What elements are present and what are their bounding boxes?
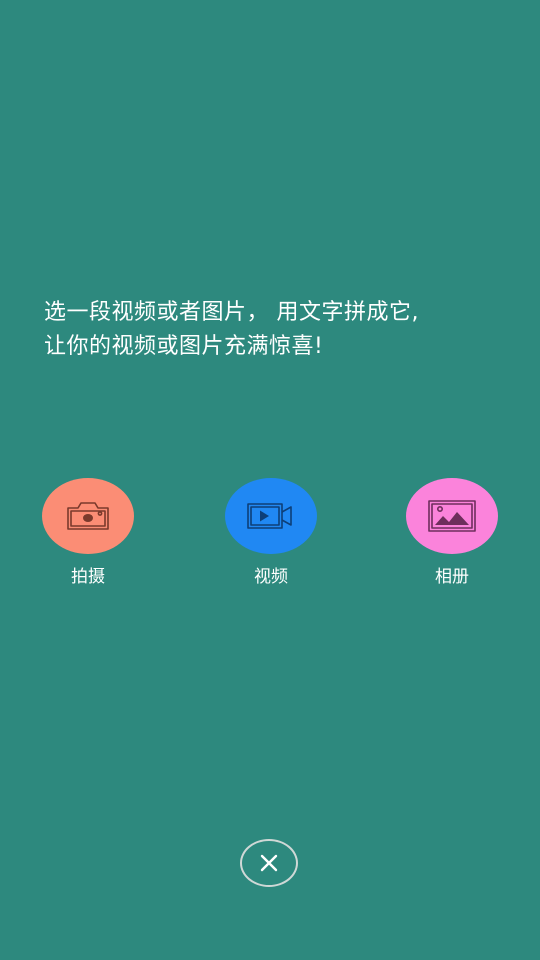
shoot-label: 拍摄 xyxy=(71,567,105,587)
shoot-action[interactable]: 拍摄 xyxy=(42,478,134,588)
picture-icon xyxy=(428,500,476,532)
screen: 选一段视频或者图片， 用文字拼成它, 让你的视频或图片充满惊喜! 拍摄 视频 相… xyxy=(0,0,540,960)
album-button[interactable] xyxy=(406,478,498,554)
intro-line-1: 选一段视频或者图片， 用文字拼成它, xyxy=(44,300,419,325)
shoot-button[interactable] xyxy=(42,478,134,554)
album-label: 相册 xyxy=(435,567,469,587)
video-button[interactable] xyxy=(225,478,317,554)
album-action[interactable]: 相册 xyxy=(406,478,498,588)
intro-text: 选一段视频或者图片， 用文字拼成它, 让你的视频或图片充满惊喜! xyxy=(44,296,514,364)
camera-icon xyxy=(67,502,109,530)
close-icon xyxy=(260,854,278,872)
video-label: 视频 xyxy=(254,567,288,587)
close-button[interactable] xyxy=(240,839,298,887)
intro-line-2: 让你的视频或图片充满惊喜! xyxy=(44,334,324,359)
video-action[interactable]: 视频 xyxy=(225,478,317,588)
video-camera-icon xyxy=(247,503,292,529)
